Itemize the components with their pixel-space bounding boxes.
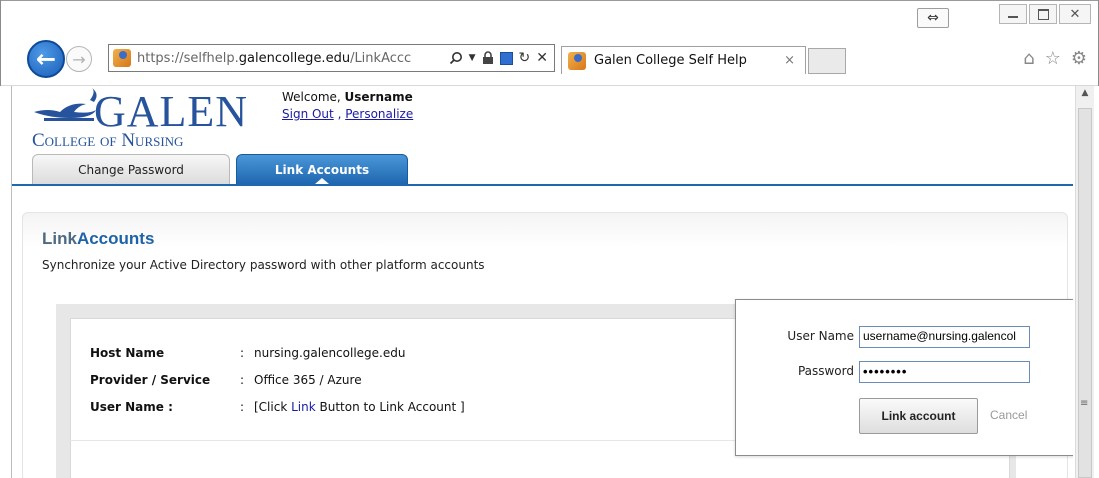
url-text[interactable]: https://selfhelp.galencollege.edu/LinkAc… [137,51,411,66]
maximize-button[interactable] [1029,4,1057,24]
address-bar[interactable]: https://selfhelp.galencollege.edu/LinkAc… [108,44,555,72]
welcome-text: Welcome, Username [282,90,413,104]
gear-icon[interactable]: ⚙ [1071,48,1087,69]
new-tab-button[interactable] [808,48,846,74]
home-icon[interactable]: ⌂ [1023,48,1034,69]
tab-change-password[interactable]: Change Password [32,154,230,184]
header-links: Sign Out , Personalize [282,107,413,121]
username-colon: : [240,400,245,414]
minimize-button[interactable] [999,4,1027,24]
username-value-prefix: [Click [254,400,292,414]
nav-tabs: Change Password Link Accounts [32,154,408,184]
back-arrow-icon: ← [35,45,57,73]
sign-out-link[interactable]: Sign Out [282,107,334,121]
star-icon[interactable]: ☆ [1045,48,1061,69]
welcome-prefix: Welcome, [282,90,345,104]
popup-username-input[interactable]: username@nursing.galencol [859,326,1030,348]
page-title-accent: Accounts [76,229,155,248]
dropdown-icon[interactable]: ▼ [469,53,476,63]
tab-favicon-icon [568,51,586,70]
browser-toolbar-icons: ⌂ ☆ ⚙ [1023,48,1087,69]
link-account-popup: User Name username@nursing.galencol Pass… [735,299,1073,456]
detail-row-username: User Name :: [Click Link Button to Link A… [90,400,465,414]
search-icon[interactable] [449,51,463,65]
username-value-suffix: Button to Link Account ] [315,400,465,414]
host-name-colon: : [240,346,245,360]
page-title: LinkAccounts [42,229,154,249]
lock-icon[interactable] [482,51,494,65]
provider-value: Office 365 / Azure [254,373,362,387]
tab-close-icon[interactable]: × [784,53,795,68]
address-bar-icons: ▼ ↻ ✕ [449,50,554,66]
browser-tab[interactable]: Galen College Self Help × [561,46,806,74]
url-domain: galencollege.edu [238,50,351,66]
host-name-value: nursing.galencollege.edu [254,346,406,360]
logo-wordmark: GALEN [94,88,248,136]
forward-button[interactable]: → [66,46,92,72]
tab-link-accounts[interactable]: Link Accounts [236,154,408,184]
detail-row-host: Host Name: nursing.galencollege.edu [90,346,405,360]
nav-divider [12,184,1073,186]
host-name-label: Host Name [90,346,165,360]
galen-logo: GALEN College of Nursing [32,88,248,150]
username-label: User Name : [90,400,173,414]
page-scrollbar[interactable]: ▲ ≡ [1075,86,1094,478]
forward-arrow-icon: → [72,49,86,69]
close-window-button[interactable]: ✕ [1059,4,1091,24]
popup-password-input[interactable]: •••••••• [859,361,1030,383]
tab-title: Galen College Self Help [594,53,747,68]
popup-username-label: User Name [787,329,854,343]
link-account-button[interactable]: Link account [859,398,978,434]
scroll-up-icon[interactable]: ▲ [1076,88,1094,104]
scrollbar-thumb[interactable] [1078,108,1092,478]
compatibility-view-button[interactable]: ⇔ [917,8,949,28]
page-subtitle: Synchronize your Active Directory passwo… [42,258,485,272]
username-value-link: Link [291,400,316,414]
back-button[interactable]: ← [27,40,65,78]
logo-subtitle: College of Nursing [32,130,183,150]
url-path: /LinkAccc [350,50,412,66]
close-icon: ✕ [1069,6,1081,22]
site-favicon-icon [113,49,131,67]
url-prefix: https://selfhelp. [137,50,239,66]
window-controls: ✕ [999,4,1091,24]
compat-arrows-icon: ⇔ [927,10,939,26]
page-viewport: GALEN College of Nursing Welcome, Userna… [11,86,1073,478]
detail-row-provider: Provider / Service: Office 365 / Azure [90,373,362,387]
provider-colon: : [240,373,245,387]
browser-chrome: ⇔ ✕ ← → https://selfhelp.galencollege.ed… [0,0,1099,86]
personalize-link[interactable]: Personalize [345,107,413,121]
compat-page-icon[interactable] [499,51,513,65]
popup-password-label: Password [797,364,854,378]
username-value: [Click Link Button to Link Account ] [254,400,465,414]
scrollbar-grip-icon: ≡ [1080,398,1089,409]
page-title-plain: Link [42,229,77,248]
refresh-icon[interactable]: ↻ [519,50,531,66]
username-display: Username [344,90,413,104]
cancel-link[interactable]: Cancel [990,408,1027,422]
provider-label: Provider / Service [90,373,211,387]
link-separator: , [333,107,346,121]
stop-icon[interactable]: ✕ [536,50,548,66]
